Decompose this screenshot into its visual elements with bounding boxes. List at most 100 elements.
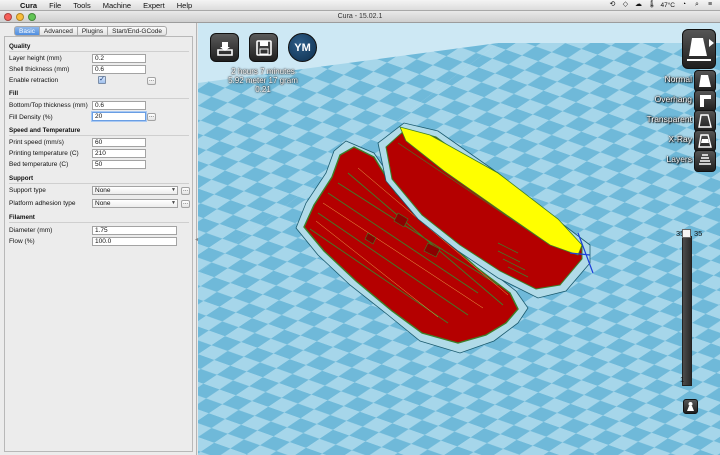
print-speed-label: Print speed (mm/s) [9,139,64,146]
adhesion-settings-button[interactable]: ... [181,200,190,208]
view-transparent-button[interactable] [694,110,716,132]
layer-slider-handle[interactable] [682,229,691,238]
view-normal-button[interactable] [694,70,716,92]
view-transparent-label[interactable]: Transparent [646,114,692,124]
settings-panel: Basic Advanced Plugins Start/End-GCode Q… [0,23,197,455]
printing-temperature-label: Printing temperature (C) [9,150,79,157]
spotlight-icon[interactable]: ⌕ [693,1,701,9]
window-title: Cura - 15.02.1 [337,13,383,20]
view-mode-button[interactable] [682,29,716,69]
youmagine-label: YM [294,41,311,54]
fill-settings-button[interactable]: ... [147,113,156,121]
layer-height-input[interactable] [92,54,146,63]
view-xray-button[interactable] [694,130,716,152]
layer-bottom-label: 1 [680,375,685,384]
support-type-value: None [95,187,111,194]
transparent-view-icon [698,114,712,128]
menu-expert[interactable]: Expert [137,0,171,11]
plugin-button[interactable] [683,399,698,414]
menu-file[interactable]: File [43,0,67,11]
view-overhang-label[interactable]: Overhang [655,94,692,104]
flow-input[interactable] [92,237,177,246]
expand-arrow-icon [709,39,714,47]
thermometer-icon[interactable]: 🌡 [647,1,656,9]
layers-view-icon [699,154,711,165]
divider [9,222,189,223]
support-settings-button[interactable]: ... [181,187,190,195]
wifi-icon[interactable]: ◔ [680,1,688,9]
flow-label: Flow (%) [9,238,35,245]
layer-height-label: Layer height (mm) [9,55,62,62]
menu-help[interactable]: Help [171,0,198,11]
tab-basic[interactable]: Basic [14,26,40,36]
platform-adhesion-label: Platform adhesion type [9,200,76,207]
print-cost: 0.21 [255,85,271,94]
diameter-input[interactable] [92,226,177,235]
diameter-label: Diameter (mm) [9,227,53,234]
divider [9,51,189,52]
menu-app[interactable]: Cura [14,0,43,11]
window-titlebar: Cura - 15.02.1 [0,11,720,23]
view-layers-label[interactable]: Layers [666,154,692,164]
divider [9,135,189,136]
retraction-settings-button[interactable]: ... [147,77,156,85]
quality-section-title: Quality [9,43,31,50]
bed-temperature-label: Bed temperature (C) [9,161,69,168]
tab-start-end-gcode[interactable]: Start/End-GCode [108,26,168,36]
xray-view-icon [698,134,712,148]
divider [9,183,189,184]
menubar: Cura File Tools Machine Expert Help ⟲ ◇ … [0,0,720,11]
save-icon [255,39,272,56]
dropbox-icon[interactable]: ◇ [621,1,629,9]
view-xray-label[interactable]: X-Ray [668,134,692,144]
filament-section-title: Filament [9,214,35,221]
shell-thickness-input[interactable] [92,65,146,74]
save-gcode-button[interactable] [249,33,278,62]
fill-density-label: Fill Density (%) [9,114,53,121]
zoom-window-button[interactable] [28,13,36,21]
load-model-icon [216,41,233,56]
bottom-top-thickness-label: Bottom/Top thickness (mm) [9,102,88,109]
close-window-button[interactable] [4,13,12,21]
settings-tabs: Basic Advanced Plugins Start/End-GCode [14,26,168,36]
print-speed-input[interactable] [92,138,146,147]
youmagine-button[interactable]: YM [288,33,317,62]
view-layers-button[interactable] [694,150,716,172]
shell-thickness-label: Shell thickness (mm) [9,66,70,73]
settings-box: Quality Layer height (mm) Shell thicknes… [4,36,193,452]
menu-machine[interactable]: Machine [97,0,137,11]
timemachine-icon[interactable]: ⟲ [608,1,616,9]
3d-viewport[interactable]: YM 2 hours 7 minutes 5.92 meter 17 gram … [198,23,720,455]
tab-advanced[interactable]: Advanced [39,26,78,36]
fill-section-title: Fill [9,90,19,97]
support-type-select[interactable]: None ▼ [92,186,178,195]
print-time: 2 hours 7 minutes [231,67,295,76]
layer-slider-track[interactable] [682,236,692,386]
dropdown-arrow-icon: ▼ [171,187,176,193]
support-type-label: Support type [9,187,46,194]
enable-retraction-label: Enable retraction [9,77,59,84]
divider [9,98,189,99]
dropdown-arrow-icon: ▼ [171,200,176,206]
view-overhang-button[interactable] [694,90,716,112]
minimize-window-button[interactable] [16,13,24,21]
cloud-icon[interactable]: ☁ [634,1,642,9]
tab-plugins[interactable]: Plugins [77,26,109,36]
normal-view-icon [699,75,711,87]
bottom-top-thickness-input[interactable] [92,101,146,110]
platform-adhesion-value: None [95,200,111,207]
platform-adhesion-select[interactable]: None ▼ [92,199,178,208]
notification-icon[interactable]: ≡ [706,1,714,9]
temperature-readout: 47°C [660,1,675,9]
load-model-button[interactable] [210,33,239,62]
bed-temperature-input[interactable] [92,160,146,169]
view-normal-label[interactable]: Normal [665,74,692,84]
view-mode-icon [687,38,711,61]
menu-tools[interactable]: Tools [67,0,97,11]
plugin-icon [687,402,694,411]
printing-temperature-input[interactable] [92,149,146,158]
support-section-title: Support [9,175,34,182]
enable-retraction-checkbox[interactable]: ✓ [98,76,106,84]
print-material: 5.92 meter 17 gram [228,76,298,85]
fill-density-input[interactable] [92,112,146,121]
